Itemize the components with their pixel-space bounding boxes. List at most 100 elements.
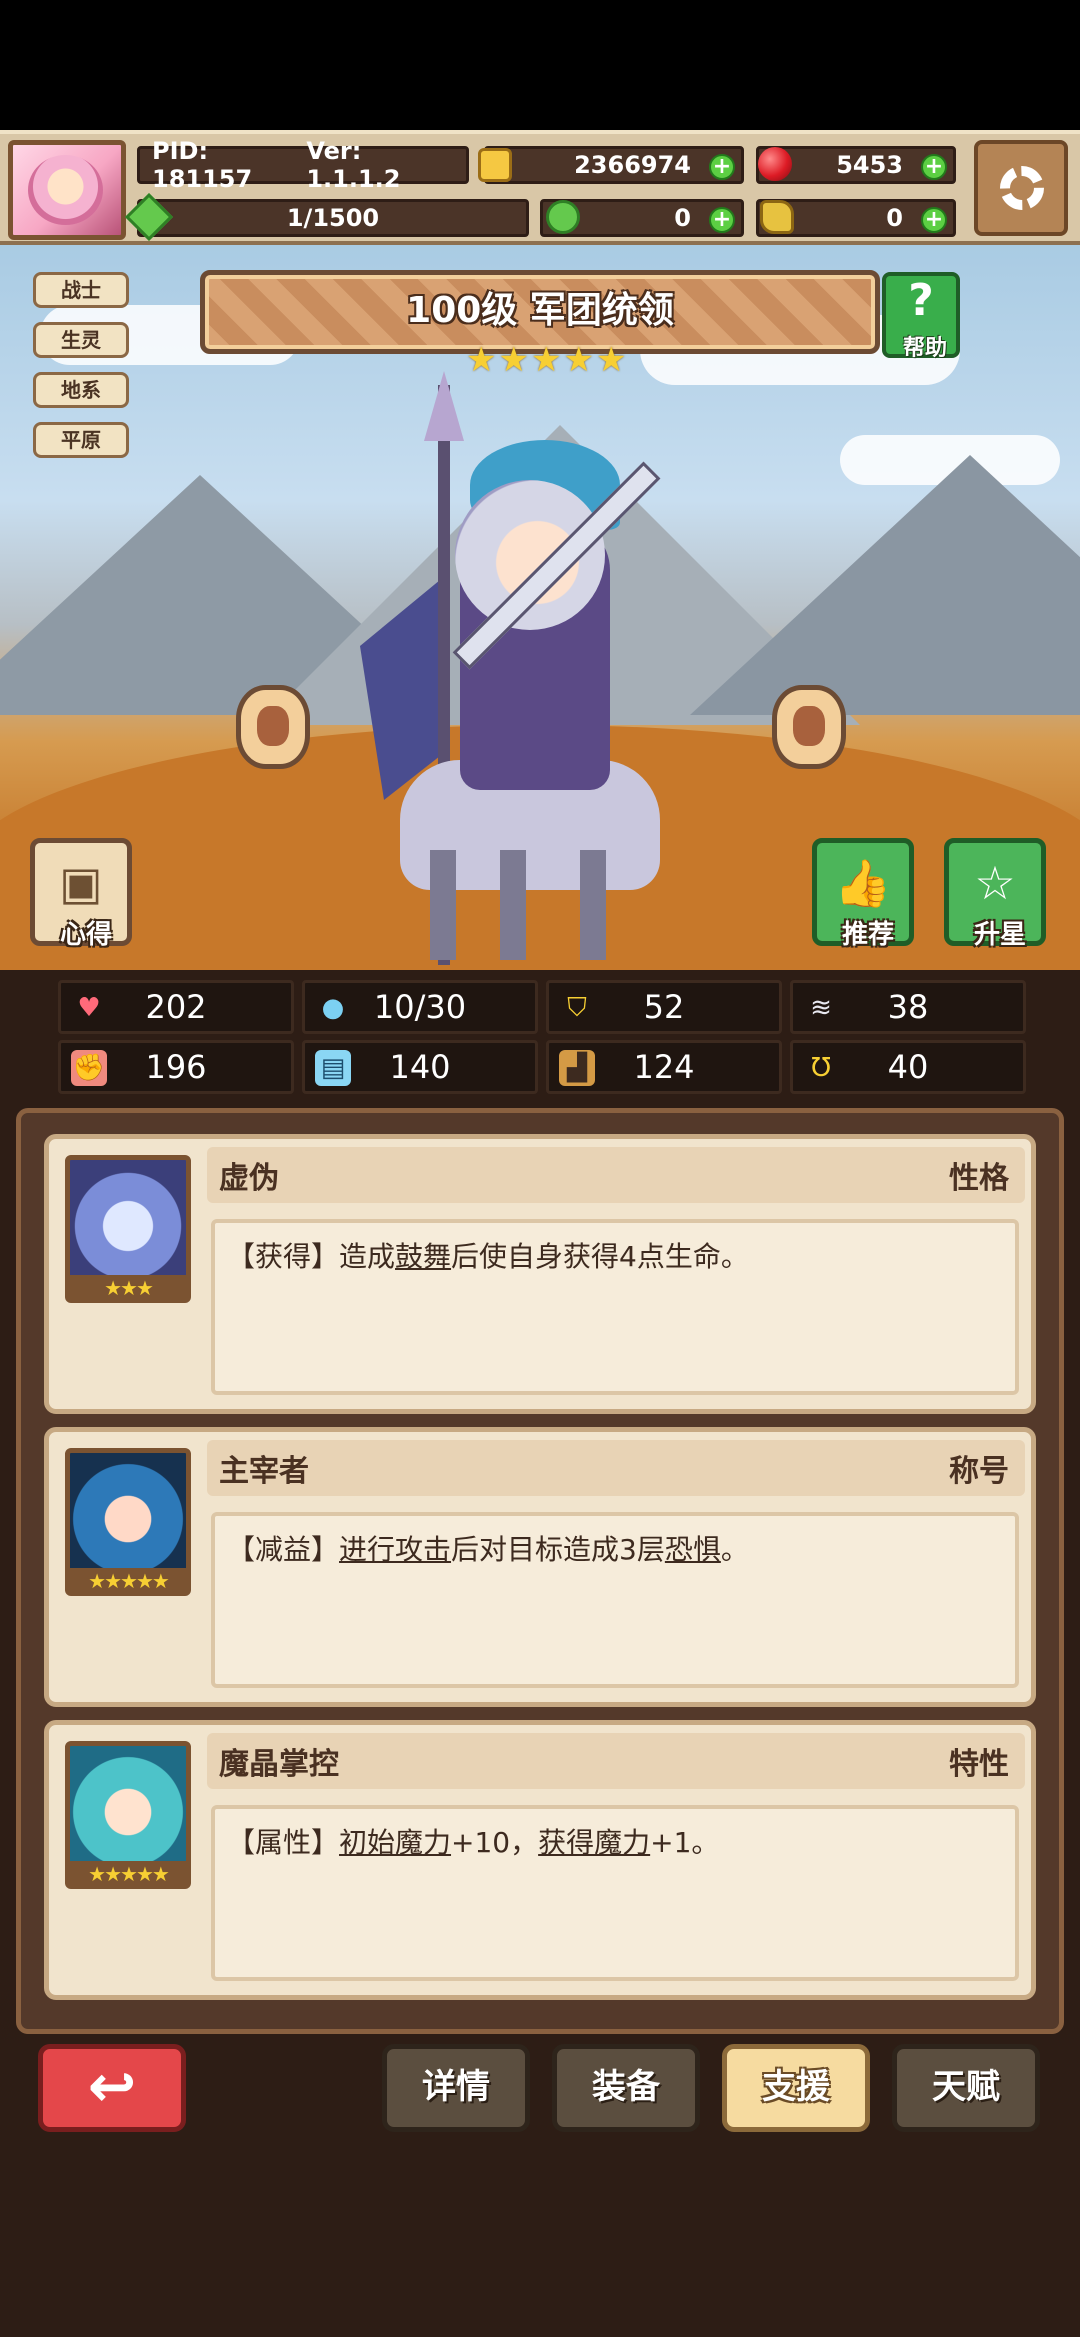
help-label: 帮助: [902, 336, 947, 361]
add-clover-plus-icon[interactable]: +: [709, 207, 735, 233]
hero-leg: [580, 850, 606, 960]
desc-text: +1。: [650, 1826, 720, 1859]
boot-icon: ▟: [559, 1050, 595, 1086]
wing-icon: ≋: [810, 993, 832, 1023]
stat-magic: ▤ 140: [302, 1040, 538, 1094]
stat-luck: Ʊ 40: [790, 1040, 1026, 1094]
support-kind: 称号: [949, 1454, 1009, 1489]
support-kind: 性格: [949, 1161, 1009, 1196]
star-icon: ★: [498, 340, 529, 380]
question-mark-icon: ?: [908, 275, 934, 326]
player-avatar[interactable]: [8, 140, 126, 240]
back-button[interactable]: ↩: [38, 2044, 186, 2132]
settings-button[interactable]: [974, 140, 1068, 236]
support-description: 【获得】造成鼓舞后使自身获得4点生命。: [211, 1219, 1019, 1395]
coin-counter: 2366974 +: [484, 146, 744, 184]
keyword-link[interactable]: 进行攻击: [339, 1533, 451, 1566]
star-icon: ★: [595, 340, 627, 380]
stat-mana: ● 10/30: [302, 980, 538, 1034]
keyword-link[interactable]: 获得魔力: [538, 1826, 650, 1859]
player-info-bar: PID: 181157 Ver: 1.1.1.2: [137, 137, 469, 193]
hero-leg: [500, 850, 526, 960]
gear-icon: [1000, 166, 1044, 210]
avatar-portrait: [28, 155, 103, 225]
support-portrait: [65, 1741, 191, 1871]
prev-hero-arrow[interactable]: [236, 685, 310, 769]
stat-defense: ⛉ 52: [546, 980, 782, 1034]
support-star-rating: ★★★: [65, 1275, 191, 1303]
support-description: 【属性】初始魔力+10，获得魔力+1。: [211, 1805, 1019, 1981]
recommend-label: 推荐: [841, 920, 894, 950]
key-icon: [760, 200, 794, 234]
key-value: 0: [886, 204, 903, 232]
clover-icon: [546, 200, 580, 234]
tab-equipment[interactable]: 装备: [552, 2044, 700, 2132]
desc-text: 【减益】: [227, 1533, 340, 1566]
support-name: 主宰者: [219, 1454, 309, 1489]
support-card-trait[interactable]: ★★★★★ 魔晶掌控 特性 【属性】初始魔力+10，获得魔力+1。: [44, 1720, 1036, 2000]
next-hero-arrow[interactable]: [772, 685, 846, 769]
horseshoe-icon: Ʊ: [811, 1053, 831, 1083]
keyword-link[interactable]: 恐惧: [665, 1533, 721, 1566]
stat-mana-value: 10/30: [373, 988, 467, 1026]
stamina-value: 1/1500: [286, 204, 380, 232]
help-button[interactable]: ? 帮助: [882, 272, 960, 361]
stat-luck-value: 40: [887, 1048, 929, 1086]
support-name: 魔晶掌控: [219, 1747, 339, 1782]
heart-icon: ♥: [77, 993, 101, 1023]
insight-label: 心得: [59, 920, 112, 950]
support-portrait: [65, 1155, 191, 1285]
add-gems-plus-icon[interactable]: +: [921, 154, 947, 180]
star-icon: ★: [466, 340, 497, 380]
add-coins-plus-icon[interactable]: +: [709, 154, 735, 180]
upgrade-star-button[interactable]: ☆ 升星: [944, 838, 1046, 950]
keyword-link[interactable]: 鼓舞: [395, 1240, 451, 1273]
stat-attack: ✊ 196: [58, 1040, 294, 1094]
card-header: [207, 1147, 1025, 1203]
clover-value: 0: [674, 204, 691, 232]
recommend-button[interactable]: 👍 推荐: [812, 838, 914, 950]
stat-defense-value: 52: [643, 988, 685, 1026]
star-icon: ★: [530, 340, 562, 380]
stat-attack-value: 196: [145, 1048, 207, 1086]
upgrade-star-label: 升星: [973, 920, 1026, 950]
thumbs-up-icon: 👍: [834, 856, 892, 910]
stat-move: ▟ 124: [546, 1040, 782, 1094]
stat-speed-value: 38: [887, 988, 929, 1026]
support-name: 虚伪: [219, 1161, 279, 1196]
desc-text: 【获得】造成: [227, 1240, 396, 1273]
support-card-personality[interactable]: ★★★ 虚伪 性格 【获得】造成鼓舞后使自身获得4点生命。: [44, 1134, 1036, 1414]
add-keys-plus-icon[interactable]: +: [921, 207, 947, 233]
support-star-rating: ★★★★★: [65, 1568, 191, 1596]
stat-speed: ≋ 38: [790, 980, 1026, 1034]
keyword-link[interactable]: 初始魔力: [339, 1826, 451, 1859]
stamina-bar: 1/1500: [137, 199, 529, 237]
tab-details[interactable]: 详情: [382, 2044, 530, 2132]
insight-button[interactable]: ▣ 心得: [30, 838, 132, 950]
desc-text: 。: [720, 1533, 749, 1566]
tag-race: 生灵: [33, 322, 129, 358]
desc-text: 【属性】: [227, 1826, 340, 1859]
ruby-gem-icon: [758, 147, 792, 181]
tag-element: 地系: [33, 372, 129, 408]
hero-star-rating: ★ ★ ★ ★ ★: [466, 342, 626, 378]
support-card-title[interactable]: ★★★★★ 主宰者 称号 【减益】进行攻击后对目标造成3层恐惧。: [44, 1427, 1036, 1707]
support-star-rating: ★★★★★: [65, 1861, 191, 1889]
tab-talent[interactable]: 天赋: [892, 2044, 1040, 2132]
support-description: 【减益】进行攻击后对目标造成3层恐惧。: [211, 1512, 1019, 1688]
scroll-icon: ▣: [59, 856, 103, 910]
stat-move-value: 124: [633, 1048, 695, 1086]
star-icon: ★: [563, 340, 594, 380]
desc-text: 后使自身获得4点生命。: [451, 1240, 749, 1273]
coin-icon: [478, 148, 512, 182]
shield-icon: ⛉: [567, 993, 587, 1023]
support-portrait: [65, 1448, 191, 1578]
stat-magic-value: 140: [389, 1048, 451, 1086]
tab-support[interactable]: 支援: [722, 2044, 870, 2132]
mountain: [690, 455, 1080, 715]
coin-value: 2366974: [574, 151, 691, 179]
hero-leg: [430, 850, 456, 960]
fist-icon: ✊: [71, 1050, 107, 1086]
card-header: [207, 1440, 1025, 1496]
water-drop-icon: ●: [321, 993, 345, 1023]
